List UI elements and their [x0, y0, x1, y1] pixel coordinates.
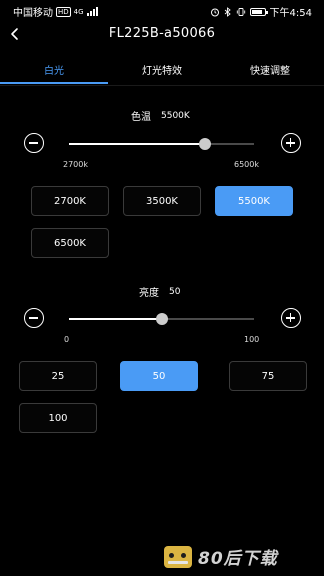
network-label: 4G	[73, 7, 84, 16]
color-temp-label: 色温	[131, 112, 151, 123]
color-temp-header: 色温 5500K	[131, 108, 190, 124]
signal-icon	[86, 7, 98, 16]
watermark-logo-icon	[164, 545, 192, 568]
brightness-max-label: 100	[244, 335, 260, 344]
color-temp-decrease-button[interactable]	[24, 133, 44, 153]
battery-icon	[249, 7, 268, 16]
preset-3500k-button[interactable]: 3500K	[123, 186, 201, 216]
color-temp-increase-button[interactable]	[281, 133, 301, 153]
tab-bar: 白光 灯光特效 快速调整	[0, 56, 324, 86]
brightness-100-button[interactable]: 100	[19, 403, 97, 433]
color-temp-max-label: 6500k	[234, 160, 259, 169]
status-bar: 中国移动 HD 4G 下午4:54	[0, 0, 324, 22]
brightness-25-button[interactable]: 25	[19, 361, 97, 391]
tab-white-light[interactable]: 白光	[0, 62, 108, 77]
top-bar: FL225B-a50066	[0, 22, 324, 48]
watermark: 80后下载	[164, 544, 278, 569]
brightness-increase-button[interactable]	[281, 308, 301, 328]
active-tab-indicator	[0, 82, 108, 84]
carrier-name: 中国移动	[13, 8, 53, 19]
tab-light-effects[interactable]: 灯光特效	[108, 62, 216, 77]
vibrate-icon	[236, 7, 245, 16]
brightness-label: 亮度	[139, 288, 159, 299]
brightness-value: 50	[169, 286, 181, 297]
preset-5500k-button[interactable]: 5500K	[215, 186, 293, 216]
brightness-50-button[interactable]: 50	[120, 361, 198, 391]
brightness-75-button[interactable]: 75	[229, 361, 307, 391]
status-left: 中国移动 HD 4G	[13, 4, 98, 19]
color-temp-value: 5500K	[161, 110, 190, 121]
tab-quick-adjust[interactable]: 快速调整	[216, 62, 324, 77]
page-title: FL225B-a50066	[108, 26, 216, 41]
battery-fill	[251, 9, 262, 14]
watermark-text: 80后下载	[198, 549, 278, 569]
preset-2700k-button[interactable]: 2700K	[31, 186, 109, 216]
brightness-slider-fill	[69, 318, 162, 320]
brightness-header: 亮度 50	[139, 284, 181, 300]
clock: 下午4:54	[269, 8, 312, 19]
color-temp-min-label: 2700k	[63, 160, 88, 169]
brightness-decrease-button[interactable]	[24, 308, 44, 328]
brightness-slider[interactable]	[69, 313, 254, 325]
color-temp-slider[interactable]	[69, 138, 254, 150]
hd-badge: HD	[56, 6, 71, 17]
status-right: 下午4:54	[210, 4, 312, 19]
color-temp-slider-fill	[69, 143, 205, 145]
color-temp-slider-thumb[interactable]	[199, 138, 211, 150]
brightness-slider-thumb[interactable]	[156, 313, 168, 325]
brightness-min-label: 0	[64, 335, 70, 344]
bluetooth-icon	[224, 6, 231, 17]
preset-6500k-button[interactable]: 6500K	[31, 228, 109, 258]
alarm-icon	[210, 8, 219, 16]
